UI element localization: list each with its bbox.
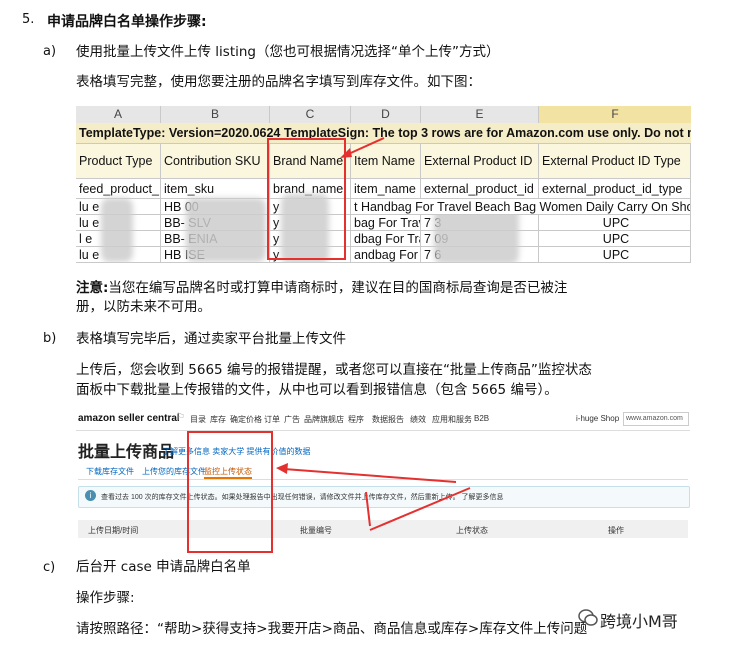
arrow-icon — [340, 137, 385, 158]
data-cell: UPC — [539, 247, 691, 263]
data-cell: andbag For — [351, 247, 421, 263]
step-a-marker: a) — [43, 44, 57, 59]
nav-item[interactable]: 品牌旗舰店 — [304, 414, 344, 425]
nav-item[interactable]: 订单 — [264, 414, 280, 425]
field-cell: item_sku — [161, 179, 270, 199]
note-line-1: 注意:当您在编写品牌名时或打算申请商标时，建议在目的国商标局查询是否已被注 — [76, 278, 567, 298]
header-cell: External Product ID — [421, 144, 539, 179]
field-cell: external_product_id_type — [539, 179, 691, 199]
note-label: 注意: — [76, 280, 109, 296]
seller-central-logo: amazon seller central — [78, 413, 180, 424]
step-b-text: 表格填写完毕后，通过卖家平台批量上传文件 — [76, 331, 346, 347]
nav-item[interactable]: 数据报告 — [372, 414, 404, 425]
col-letter: B — [161, 106, 270, 124]
column-header: 上传日期/时间 — [88, 526, 139, 535]
field-cell: external_product_id — [421, 179, 539, 199]
privacy-blur — [101, 198, 133, 262]
nav-item[interactable]: 目录 — [190, 414, 206, 425]
operation-steps-label: 操作步骤: — [76, 590, 135, 606]
help-path: 请按照路径：“帮助>获得支持>我要开店>商品、商品信息或库存>库存文件上传问题 — [76, 621, 588, 637]
wechat-icon — [578, 609, 598, 626]
data-cell: UPC — [539, 231, 691, 247]
step-c-marker: c) — [43, 560, 56, 575]
nav-item[interactable]: 确定价格 — [230, 414, 262, 425]
page-title: 批量上传商品 — [78, 444, 175, 461]
step-a-text: 使用批量上传文件上传 listing（您也可根据情况选择“单个上传”方式） — [76, 44, 500, 60]
flag-icon: ⚐ — [176, 412, 185, 423]
nav-item[interactable]: 程序 — [348, 414, 364, 425]
col-letter: F — [539, 106, 691, 124]
col-letter: A — [76, 106, 161, 124]
col-letter: E — [421, 106, 539, 124]
data-cell: dbag For Tra — [351, 231, 421, 247]
info-icon: i — [85, 490, 96, 501]
note-line-2: 册，以防未来不可用。 — [76, 299, 211, 315]
step-b-paragraph-1: 上传后，您会收到 5665 编号的报错提醒，或者您可以直接在“批量上传商品”监控… — [76, 362, 592, 378]
nav-item[interactable]: 绩效 — [410, 414, 426, 425]
nav-item[interactable]: 广告 — [284, 414, 300, 425]
tab-download-inventory[interactable]: 下载库存文件 — [86, 466, 134, 477]
nav-item[interactable]: 库存 — [210, 414, 226, 425]
search-input[interactable]: www.amazon.com — [623, 412, 689, 426]
seller-topbar: amazon seller central ⚐ 目录 库存 确定价格 订单 广告… — [76, 408, 690, 431]
step-b-marker: b) — [43, 331, 57, 346]
step-c-text: 后台开 case 申请品牌白名单 — [76, 559, 251, 575]
arrow-icon — [369, 487, 471, 531]
data-cell: bag For Trav — [351, 215, 421, 231]
section-number: 5. — [22, 12, 35, 27]
nav-item[interactable]: B2B — [474, 414, 489, 423]
header-cell: External Product ID Type — [539, 144, 691, 179]
field-cell: feed_product_ — [76, 179, 161, 199]
note-text-1: 当您在编写品牌名时或打算申请商标时，建议在目的国商标局查询是否已被注 — [108, 280, 568, 296]
column-header: 操作 — [608, 526, 624, 535]
step-a-paragraph: 表格填写完整，使用您要注册的品牌名字填写到库存文件。如下图： — [76, 74, 481, 90]
data-cell: t Handbag For Travel Beach Bag Women Dai… — [351, 199, 691, 215]
privacy-blur — [186, 198, 266, 262]
header-cell: Contribution SKU — [161, 144, 270, 179]
data-cell: UPC — [539, 215, 691, 231]
watermark: 跨境小M哥 — [600, 612, 678, 631]
excel-screenshot: A B C D E F TemplateType: Version=2020.0… — [76, 106, 691, 263]
section-title: 申请品牌白名单操作步骤: — [47, 14, 207, 30]
nav-item[interactable]: 应用和服务 — [432, 414, 472, 425]
shop-name[interactable]: i-huge Shop — [576, 414, 619, 423]
col-letter: C — [270, 106, 351, 124]
brand-name-highlight — [267, 138, 346, 260]
col-letter: D — [351, 106, 421, 124]
step-b-paragraph-2: 面板中下载批量上传报错的文件，从中也可以看到报错信息（包含 5665 编号）。 — [76, 382, 558, 398]
field-cell: item_name — [351, 179, 421, 199]
header-cell: Product Type — [76, 144, 161, 179]
